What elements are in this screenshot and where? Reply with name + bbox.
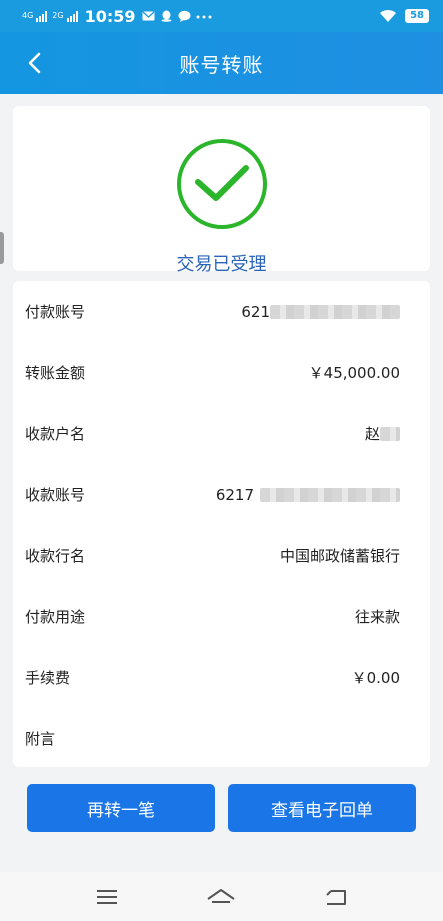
transfer-again-button[interactable]: 再转一笔: [27, 784, 215, 832]
status-time: 10:59: [84, 6, 136, 26]
detail-value: 中国邮政储蓄银行: [279, 547, 400, 565]
wifi-icon: [380, 9, 397, 22]
result-card: 交易已受理: [13, 106, 430, 275]
more-notifications-icon: [196, 15, 212, 19]
detail-row-remark: 附言: [13, 708, 430, 769]
header-bar: 账号转账: [0, 32, 443, 94]
detail-label: 收款行名: [25, 547, 86, 565]
home-nav-button[interactable]: [201, 882, 241, 912]
signal-label-2g: 2G: [52, 11, 64, 20]
detail-row-payee-account: 收款账号 6217: [13, 464, 430, 525]
signal-bars-icon-2: [66, 10, 78, 22]
detail-label: 付款用途: [25, 608, 86, 626]
detail-value: 6217: [215, 485, 254, 504]
menu-icon: [97, 889, 118, 904]
system-navigation-bar: [0, 872, 443, 921]
detail-row-amount: 转账金额 ￥45,000.00: [13, 342, 430, 403]
detail-row-bank-name: 收款行名 中国邮政储蓄银行: [13, 525, 430, 586]
detail-label: 附言: [25, 730, 56, 748]
detail-row-payer-account: 付款账号 621: [13, 281, 430, 342]
detail-row-purpose: 付款用途 往来款: [13, 586, 430, 647]
status-bar: 4G 2G 10:59 58: [0, 0, 443, 32]
detail-value: 往来款: [354, 608, 400, 626]
main-content: 交易已受理 付款账号 621 转账金额 ￥45,000.00 收款户名 赵 收款…: [0, 94, 443, 872]
battery-indicator: 58: [405, 9, 429, 23]
detail-label: 收款账号: [25, 486, 86, 504]
back-nav-button[interactable]: [316, 882, 356, 912]
masked-value: [270, 304, 400, 319]
back-nav-icon: [326, 889, 346, 905]
home-icon: [207, 888, 236, 903]
masked-value: [380, 426, 400, 441]
transfer-details: 付款账号 621 转账金额 ￥45,000.00 收款户名 赵 收款账号 621…: [13, 281, 430, 767]
detail-value: ￥45,000.00: [308, 364, 400, 382]
masked-value: [260, 487, 400, 502]
transaction-status: 交易已受理: [176, 254, 267, 275]
menu-nav-button[interactable]: [87, 882, 127, 912]
signal-bars-icon: [36, 10, 48, 22]
back-button[interactable]: [18, 47, 50, 79]
signal-label-4g: 4G: [22, 11, 34, 20]
chat-icon: [178, 10, 191, 22]
edge-handle[interactable]: [0, 232, 4, 264]
detail-row-payee-name: 收款户名 赵: [13, 403, 430, 464]
detail-label: 收款户名: [25, 425, 86, 443]
detail-value: 赵: [364, 425, 380, 443]
detail-value: ￥0.00: [351, 669, 400, 687]
detail-label: 转账金额: [25, 364, 86, 382]
qq-icon: [161, 10, 172, 22]
chevron-left-icon: [28, 52, 41, 74]
detail-row-fee: 手续费 ￥0.00: [13, 647, 430, 708]
detail-label: 付款账号: [25, 303, 86, 321]
mail-icon: [142, 11, 155, 21]
page-title: 账号转账: [179, 52, 264, 77]
view-receipt-button[interactable]: 查看电子回单: [228, 784, 416, 832]
success-check-icon: [177, 139, 267, 229]
detail-value: 621: [241, 302, 270, 321]
detail-label: 手续费: [25, 669, 71, 687]
